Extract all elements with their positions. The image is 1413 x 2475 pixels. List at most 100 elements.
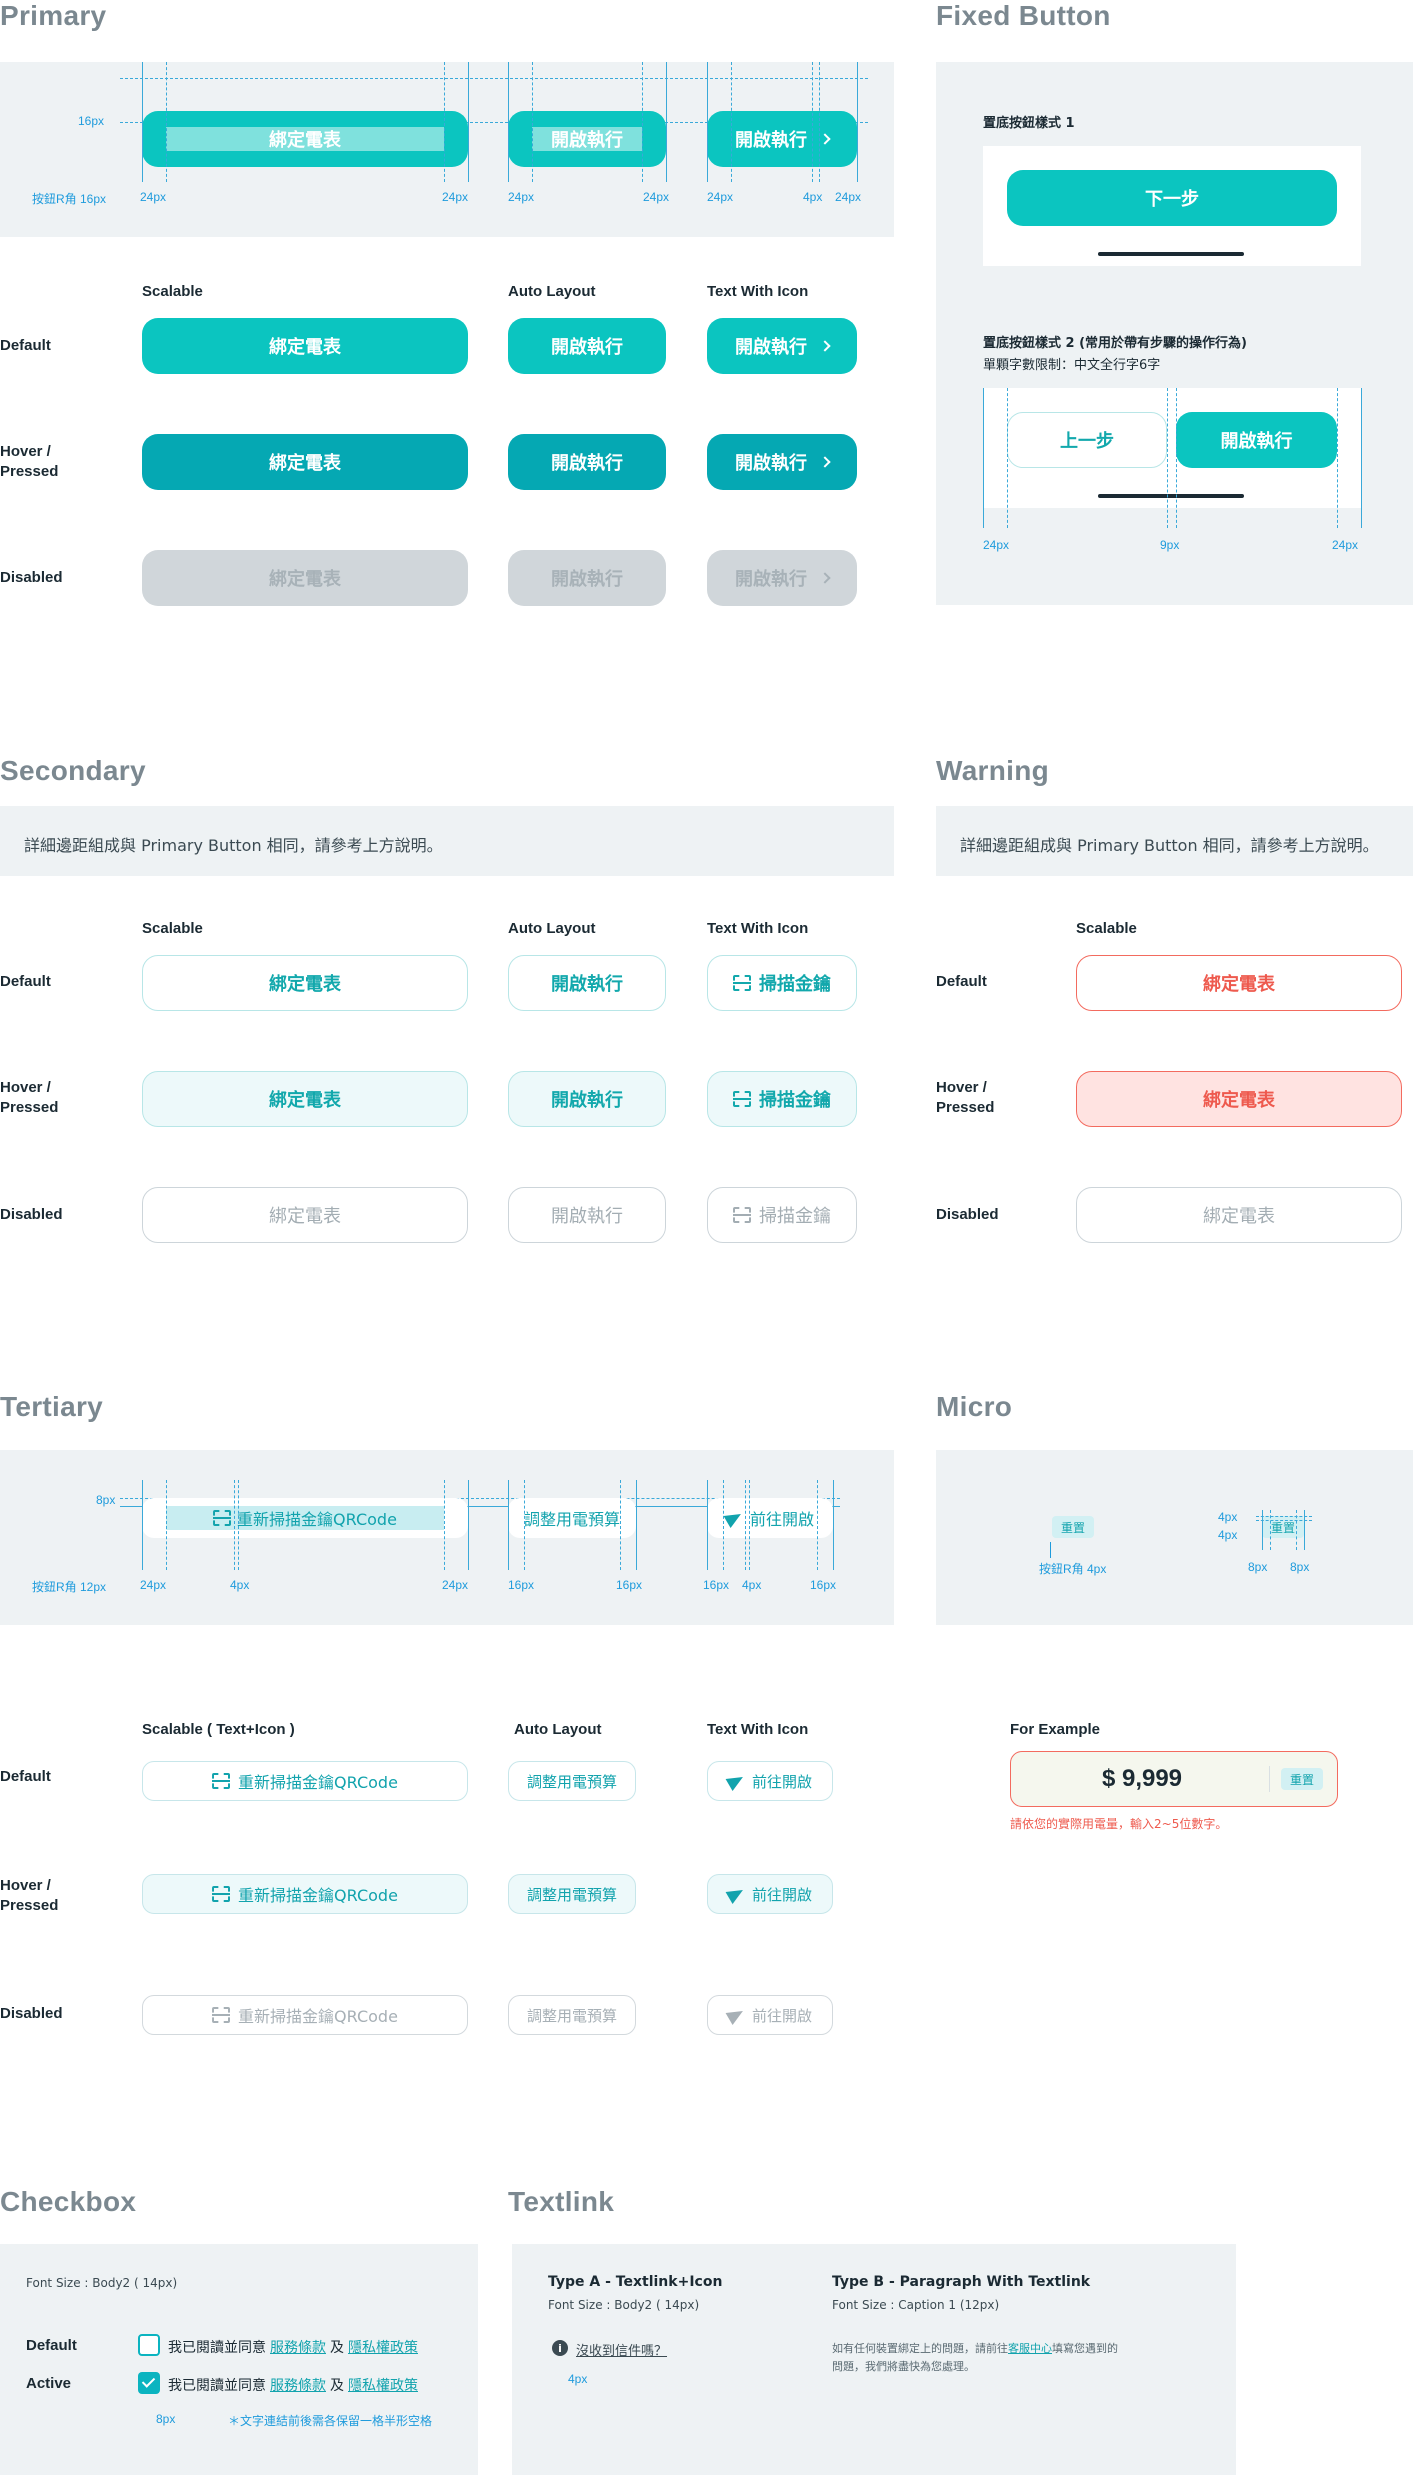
checkbox-unchecked[interactable] (138, 2334, 160, 2356)
margin-label: 16px (703, 1578, 730, 1592)
tertiary-auto-hover-button[interactable]: 調整用電預算 (508, 1874, 636, 1914)
secondary-note: 詳細邊距組成與 Primary Button 相同，請參考上方說明。 (24, 836, 443, 855)
top-padding-label: 16px (78, 114, 105, 128)
secondary-icon-disabled-button: 掃描金鑰 (707, 1187, 857, 1243)
warning-title: Warning (936, 755, 1050, 786)
margin-label: 24px (140, 190, 167, 204)
column-header: Scalable ( Text+Icon ) (142, 1721, 295, 1738)
primary-title: Primary (0, 0, 107, 31)
secondary-scalable-default-button[interactable]: 綁定電表 (142, 955, 468, 1011)
spec-scalable-button: 綁定電表 (142, 111, 468, 167)
radius-note: 按鈕R角 16px (32, 192, 107, 206)
secondary-auto-hover-button[interactable]: 開啟執行 (508, 1071, 666, 1127)
privacy-link[interactable]: 隱私權政策 (348, 2375, 418, 2395)
textlink-title: Textlink (508, 2186, 615, 2217)
scan-icon (733, 1091, 751, 1107)
privacy-link[interactable]: 隱私權政策 (348, 2337, 418, 2357)
info-icon: i (552, 2340, 568, 2356)
terms-link[interactable]: 服務條款 (270, 2337, 326, 2357)
warning-hover-button[interactable]: 綁定電表 (1076, 1071, 1402, 1127)
chevron-right-icon (819, 572, 831, 584)
row-label: Disabled (936, 1206, 999, 1223)
micro-title: Micro (936, 1391, 1013, 1422)
margin-label: 24px (1332, 538, 1359, 552)
prev-step-button[interactable]: 上一步 (1007, 412, 1167, 468)
row-label: Default (0, 1768, 51, 1785)
secondary-icon-default-button[interactable]: 掃描金鑰 (707, 955, 857, 1011)
margin-label: 24px (707, 190, 734, 204)
type-a-font: Font Size : Body2 ( 14px) (548, 2298, 700, 2312)
secondary-auto-default-button[interactable]: 開啟執行 (508, 955, 666, 1011)
top-padding-label: 8px (96, 1493, 116, 1507)
terms-link[interactable]: 服務條款 (270, 2375, 326, 2395)
tertiary-icon-disabled-button: 前往開啟 (707, 1995, 833, 2035)
secondary-scalable-hover-button[interactable]: 綁定電表 (142, 1071, 468, 1127)
margin-label: 4px (803, 190, 823, 204)
column-header: Auto Layout (514, 1721, 602, 1738)
spec-icon-button: 開啟執行 (707, 111, 857, 167)
margin-label: 16px (616, 1578, 643, 1592)
warning-note: 詳細邊距組成與 Primary Button 相同，請參考上方說明。 (960, 836, 1379, 855)
row-label: Hover / Pressed (0, 1079, 59, 1116)
margin-label: 4px (230, 1578, 250, 1592)
checkbox-checked[interactable] (138, 2372, 160, 2394)
tertiary-scalable-hover-button[interactable]: 重新掃描金鑰QRCode (142, 1874, 468, 1914)
chevron-right-icon (819, 456, 831, 468)
fixed-title: Fixed Button (936, 0, 1111, 31)
secondary-icon-hover-button[interactable]: 掃描金鑰 (707, 1071, 857, 1127)
margin-label: 4px (568, 2372, 588, 2386)
type-b-title: Type B - Paragraph With Textlink (832, 2274, 1091, 2290)
scan-icon (733, 975, 751, 991)
resend-email-link[interactable]: 沒收到信件嗎？ (576, 2340, 667, 2359)
primary-spec-panel: 綁定電表 開啟執行 開啟執行 16px 按鈕R角 16px 24px 24px … (0, 62, 894, 237)
primary-icon-hover-button[interactable]: 開啟執行 (707, 434, 857, 490)
start-run-button[interactable]: 開啟執行 (1176, 412, 1337, 468)
type-a-title: Type A - Textlink+Icon (548, 2274, 723, 2290)
radius-note: 按鈕R角 12px (32, 1580, 107, 1594)
amount-input[interactable]: $ 9,999 重置 (1010, 1751, 1338, 1807)
margin-label: 24px (643, 190, 670, 204)
send-icon (725, 1883, 747, 1905)
warning-default-button[interactable]: 綁定電表 (1076, 955, 1402, 1011)
margin-label: 24px (508, 190, 535, 204)
column-header: Auto Layout (508, 920, 596, 937)
spec-auto-label: 開啟執行 (532, 127, 642, 151)
row-label: Disabled (0, 569, 63, 586)
send-icon (725, 1770, 747, 1792)
tertiary-icon-hover-button[interactable]: 前往開啟 (707, 1874, 833, 1914)
chevron-right-icon (819, 340, 831, 352)
scan-icon (212, 1773, 231, 1789)
tertiary-icon-default-button[interactable]: 前往開啟 (707, 1761, 833, 1801)
support-center-link[interactable]: 客服中心 (1008, 2342, 1052, 2355)
home-indicator (1098, 494, 1244, 498)
column-header: Scalable (142, 920, 203, 937)
checkbox-panel: Font Size : Body2 ( 14px) Default Active… (0, 2244, 478, 2475)
footnote: ＊文字連結前後需各保留一格半形空格 (228, 2414, 433, 2428)
margin-label: 8px (1290, 1560, 1310, 1574)
scan-icon (213, 1510, 232, 1526)
column-header: Text With Icon (707, 920, 809, 937)
primary-scalable-hover-button[interactable]: 綁定電表 (142, 434, 468, 490)
spec-tertiary-auto: 調整用電預算 (508, 1498, 636, 1538)
row-label: Default (0, 973, 51, 990)
next-step-button[interactable]: 下一步 (1007, 170, 1337, 226)
primary-scalable-default-button[interactable]: 綁定電表 (142, 318, 468, 374)
radius-note: 按鈕R角 4px (1039, 1562, 1107, 1576)
primary-auto-default-button[interactable]: 開啟執行 (508, 318, 666, 374)
send-icon (725, 2004, 747, 2026)
secondary-auto-disabled-button: 開啟執行 (508, 1187, 666, 1243)
scan-icon (733, 1207, 751, 1223)
tertiary-scalable-default-button[interactable]: 重新掃描金鑰QRCode (142, 1761, 468, 1801)
spec-tertiary-icon: 前往開啟 (707, 1498, 833, 1538)
margin-label: 4px (1218, 1528, 1238, 1542)
margin-label: 24px (442, 1578, 469, 1592)
row-label: Default (936, 973, 987, 990)
column-header: Text With Icon (707, 283, 809, 300)
margin-label: 16px (810, 1578, 837, 1592)
primary-auto-hover-button[interactable]: 開啟執行 (508, 434, 666, 490)
tertiary-auto-default-button[interactable]: 調整用電預算 (508, 1761, 636, 1801)
reset-micro-button[interactable]: 重置 (1281, 1768, 1323, 1790)
primary-icon-default-button[interactable]: 開啟執行 (707, 318, 857, 374)
style2-title: 置底按鈕樣式 2 (常用於帶有步驟的操作行為) (983, 336, 1247, 351)
spec-scalable-label: 綁定電表 (166, 127, 444, 151)
